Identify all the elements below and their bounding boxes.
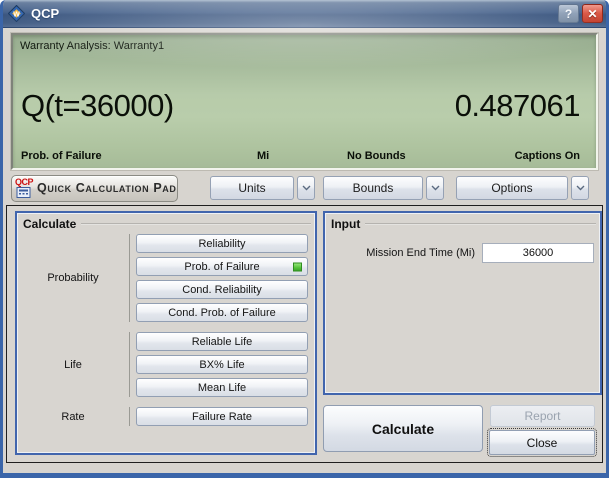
probability-buttons: Reliability Prob. of Failure Cond. Relia… (129, 234, 315, 322)
life-section-label: Life (17, 332, 129, 397)
qcp-logo-text: QCP (15, 178, 33, 187)
pad-label: Quick Calculation Pad (37, 181, 176, 195)
chevron-down-icon (431, 185, 440, 191)
close-window-button[interactable]: ✕ (582, 4, 603, 23)
report-button[interactable]: Report (490, 405, 595, 427)
input-group-title: Input (331, 217, 360, 231)
bounds-dropdown: Bounds (323, 176, 444, 200)
result-value: 0.487061 (455, 88, 588, 124)
display-status-bar: Prob. of Failure Mi No Bounds Captions O… (13, 150, 596, 164)
calculate-group: Calculate Probability Reliability Prob. … (15, 211, 317, 455)
report-button-label: Report (524, 409, 560, 423)
section-gap (17, 322, 315, 332)
calculate-button-label: Calculate (372, 421, 434, 437)
close-button[interactable]: Close (489, 430, 595, 455)
result-row: Q(t=36000) 0.487061 (13, 88, 596, 124)
mission-end-time-label: Mission End Time (Mi) (366, 247, 475, 259)
close-icon: ✕ (587, 7, 597, 21)
window-title: QCP (31, 6, 555, 21)
reliability-button-label: Reliability (198, 238, 245, 250)
failure-rate-button[interactable]: Failure Rate (136, 407, 308, 426)
help-icon: ? (565, 7, 572, 21)
titlebar: W QCP ? ✕ (0, 0, 609, 28)
calculate-button[interactable]: Calculate (323, 405, 483, 452)
reliable-life-button[interactable]: Reliable Life (136, 332, 308, 351)
options-dropdown-button[interactable]: Options (456, 176, 568, 200)
weibull-app-icon: W (8, 5, 25, 22)
input-group: Input Mission End Time (Mi) (323, 211, 602, 395)
result-display: Warranty Analysis: Warranty1 Q(t=36000) … (11, 33, 598, 170)
prob-of-failure-button[interactable]: Prob. of Failure (136, 257, 308, 276)
calculator-icon (16, 187, 32, 198)
chevron-down-icon (576, 185, 585, 191)
options-dropdown: Options (456, 176, 589, 200)
rate-buttons: Failure Rate (129, 407, 315, 426)
quick-calculation-pad-button[interactable]: QCP Quick Calculation Pad (11, 175, 178, 202)
input-group-header: Input (325, 215, 600, 234)
mission-end-time-input[interactable] (482, 243, 594, 263)
reliability-button[interactable]: Reliability (136, 234, 308, 253)
status-units: Mi (257, 150, 269, 162)
mean-life-button[interactable]: Mean Life (136, 378, 308, 397)
rate-section: Rate Failure Rate (17, 407, 315, 426)
group-header-line (81, 223, 311, 225)
result-expression: Q(t=36000) (21, 88, 174, 124)
close-button-label: Close (527, 436, 558, 450)
units-dropdown: Units (210, 176, 315, 200)
bx-life-button[interactable]: BX% Life (136, 355, 308, 374)
life-section: Life Reliable Life BX% Life Mean Life (17, 332, 315, 397)
cond-reliability-button[interactable]: Cond. Reliability (136, 280, 308, 299)
units-dropdown-button[interactable]: Units (210, 176, 294, 200)
rate-section-label: Rate (17, 407, 129, 426)
analysis-header: Warranty Analysis: Warranty1 (20, 40, 164, 52)
cond-reliability-button-label: Cond. Reliability (182, 284, 261, 296)
group-header-line (365, 223, 596, 225)
window-content: Warranty Analysis: Warranty1 Q(t=36000) … (3, 28, 606, 463)
chevron-down-icon (302, 185, 311, 191)
probability-section-label: Probability (17, 234, 129, 322)
bounds-dropdown-arrow[interactable] (426, 176, 444, 200)
calculate-group-header: Calculate (17, 215, 315, 234)
bx-life-button-label: BX% Life (199, 359, 244, 371)
failure-rate-button-label: Failure Rate (192, 411, 252, 423)
help-button[interactable]: ? (558, 4, 579, 23)
prob-of-failure-button-label: Prob. of Failure (184, 261, 259, 273)
section-gap (17, 397, 315, 407)
selected-indicator (293, 262, 302, 271)
status-bounds: No Bounds (347, 150, 406, 162)
life-buttons: Reliable Life BX% Life Mean Life (129, 332, 315, 397)
options-dropdown-arrow[interactable] (571, 176, 589, 200)
units-dropdown-arrow[interactable] (297, 176, 315, 200)
qcp-window: W QCP ? ✕ Warranty Analysis: Warranty1 Q… (0, 0, 609, 478)
calculate-group-title: Calculate (23, 217, 76, 231)
cond-prob-of-failure-button[interactable]: Cond. Prob. of Failure (136, 303, 308, 322)
status-metric: Prob. of Failure (21, 150, 102, 162)
qcp-logo-icon: QCP (15, 178, 33, 198)
status-captions: Captions On (515, 150, 580, 162)
svg-text:W: W (13, 11, 20, 18)
reliable-life-button-label: Reliable Life (192, 336, 253, 348)
mean-life-button-label: Mean Life (198, 382, 246, 394)
bounds-dropdown-button[interactable]: Bounds (323, 176, 423, 200)
probability-section: Probability Reliability Prob. of Failure… (17, 234, 315, 322)
cond-prob-of-failure-button-label: Cond. Prob. of Failure (168, 307, 276, 319)
mission-end-time-row: Mission End Time (Mi) (325, 243, 600, 263)
main-panel: Calculate Probability Reliability Prob. … (6, 205, 603, 463)
toolbar: QCP Quick Calculation Pad Units (11, 173, 598, 203)
